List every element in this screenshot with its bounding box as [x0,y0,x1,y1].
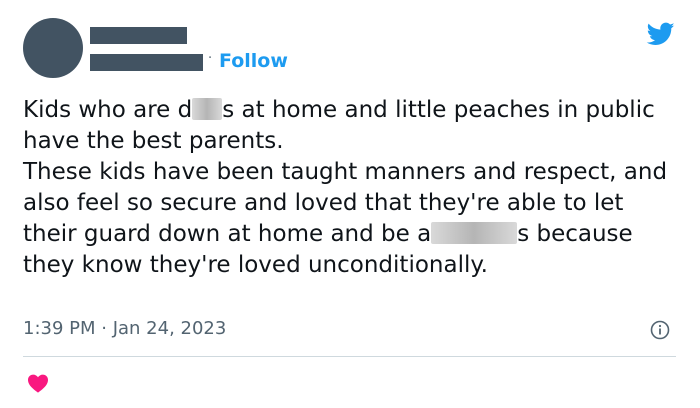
separator-dot: · [208,51,213,66]
tweet-paragraph-2: These kids have been taught manners and … [23,157,683,281]
tweet-text-segment: Kids who are d [23,97,193,123]
display-name-redacted[interactable] [90,27,187,44]
avatar[interactable] [23,18,83,78]
blurred-word [192,97,223,120]
tweet-paragraph-1: Kids who are ds at home and little peach… [23,95,683,157]
info-icon[interactable] [650,320,670,340]
blurred-word [431,221,518,244]
tweet-text: Kids who are ds at home and little peach… [23,95,683,281]
heart-icon[interactable] [27,373,49,393]
handle-redacted[interactable] [90,54,203,71]
follow-button[interactable]: Follow [219,50,288,72]
divider [23,356,676,357]
twitter-bird-icon[interactable] [645,20,677,48]
tweet-timestamp[interactable]: 1:39 PM · Jan 24, 2023 [23,318,226,339]
